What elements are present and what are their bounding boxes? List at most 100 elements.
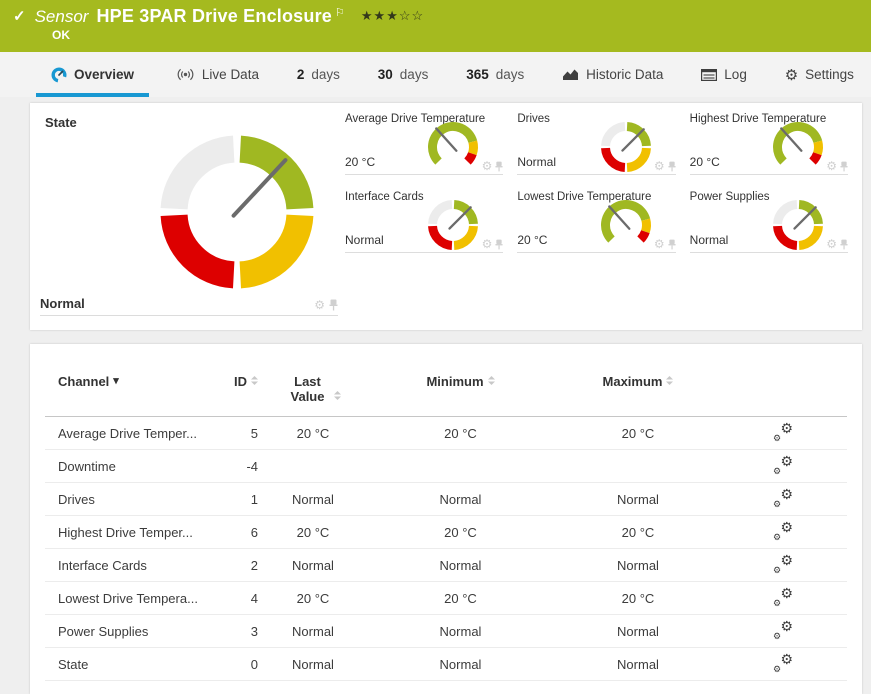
priority-stars[interactable]: ★★★☆☆ (361, 8, 424, 24)
pin-icon[interactable] (668, 161, 676, 172)
channel-settings-icon[interactable]: ⚙⚙ (773, 455, 793, 474)
table-row: State 0 Normal Normal Normal ⚙⚙ (45, 648, 847, 681)
channel-settings-icon[interactable]: ⚙⚙ (773, 620, 793, 639)
gauge-settings-icon[interactable]: ⚙ (482, 160, 493, 172)
tab-label: Historic Data (586, 67, 663, 82)
channel-id: 3 (218, 624, 258, 639)
sensor-type-label: Sensor (35, 7, 89, 27)
gauge-settings-icon[interactable]: ⚙ (654, 238, 665, 250)
channel-link[interactable]: Downtime (58, 459, 116, 474)
tab-label: days (311, 67, 340, 82)
table-header: Channel ▾ ID Last Value Minimum Maximum (45, 344, 847, 417)
gauge-value: Normal (690, 233, 729, 247)
gauge-tile-drives[interactable]: Drives Normal ⚙ (517, 109, 675, 175)
pin-icon[interactable] (495, 239, 503, 250)
channel-maximum: 20 °C (553, 591, 723, 606)
channel-last-value: Normal (258, 657, 368, 672)
sort-icon (666, 376, 673, 385)
gauge-tile-average-drive-temperature[interactable]: Average Drive Temperature 20 °C ⚙ (345, 109, 503, 175)
pin-icon[interactable] (329, 299, 338, 311)
state-gauge[interactable] (152, 127, 322, 297)
table-row: Average Drive Temper... 5 20 °C 20 °C 20… (45, 417, 847, 450)
main-gauge-value: Normal (40, 296, 85, 311)
status-gauge (425, 197, 481, 253)
tab-2-days[interactable]: 2 days (286, 56, 351, 97)
pin-icon[interactable] (668, 239, 676, 250)
channel-id: 5 (218, 426, 258, 441)
gauges-panel: State Normal ⚙ Average Drive Temperature… (30, 103, 862, 330)
gauge-tile-power-supplies[interactable]: Power Supplies Normal ⚙ (690, 187, 848, 253)
column-label: Maximum (603, 374, 663, 389)
channel-settings-icon[interactable]: ⚙⚙ (773, 653, 793, 672)
channel-link[interactable]: Highest Drive Temper... (58, 525, 193, 540)
channel-settings-icon[interactable]: ⚙⚙ (773, 554, 793, 573)
channel-maximum: 20 °C (553, 525, 723, 540)
table-row: Interface Cards 2 Normal Normal Normal ⚙… (45, 549, 847, 582)
channel-id: 1 (218, 492, 258, 507)
channel-last-value: 20 °C (258, 591, 368, 606)
sort-icon (488, 376, 495, 385)
channel-link[interactable]: Interface Cards (58, 558, 147, 573)
channel-minimum: Normal (368, 657, 553, 672)
gauge-tile-interface-cards[interactable]: Interface Cards Normal ⚙ (345, 187, 503, 253)
channel-last-value: Normal (258, 492, 368, 507)
channel-link[interactable]: Drives (58, 492, 95, 507)
channel-minimum: 20 °C (368, 525, 553, 540)
channel-id: 2 (218, 558, 258, 573)
table-row: Highest Drive Temper... 6 20 °C 20 °C 20… (45, 516, 847, 549)
tab-label: Overview (74, 67, 134, 82)
tab-number: 30 (378, 67, 393, 82)
gauge-settings-icon[interactable]: ⚙ (482, 238, 493, 250)
table-row: Power Supplies 3 Normal Normal Normal ⚙⚙ (45, 615, 847, 648)
column-header-channel[interactable]: Channel ▾ (58, 374, 218, 389)
column-header-minimum[interactable]: Minimum (368, 374, 553, 389)
sort-icon (251, 376, 258, 385)
tab-365-days[interactable]: 365 days (455, 56, 535, 97)
channel-last-value: Normal (258, 558, 368, 573)
pin-icon[interactable] (495, 161, 503, 172)
channel-settings-icon[interactable]: ⚙⚙ (773, 587, 793, 606)
gauge-settings-icon[interactable]: ⚙ (654, 160, 665, 172)
channel-maximum: 20 °C (553, 426, 723, 441)
pin-icon[interactable] (840, 161, 848, 172)
temperature-gauge (770, 119, 826, 175)
channel-link[interactable]: Power Supplies (58, 624, 148, 639)
temperature-gauge (425, 119, 481, 175)
channel-link[interactable]: State (58, 657, 88, 672)
tab-label: days (400, 67, 429, 82)
channel-settings-icon[interactable]: ⚙⚙ (773, 422, 793, 441)
tab-log[interactable]: Log (690, 56, 758, 97)
channel-last-value: 20 °C (258, 426, 368, 441)
pin-icon[interactable] (840, 239, 848, 250)
column-header-last-value[interactable]: Last Value (258, 374, 368, 404)
tab-label: Live Data (202, 67, 259, 82)
gauge-value: 20 °C (517, 233, 547, 247)
channel-settings-icon[interactable]: ⚙⚙ (773, 488, 793, 507)
gauge-icon (51, 67, 67, 83)
tab-historic-data[interactable]: Historic Data (551, 56, 674, 97)
tab-settings[interactable]: ⚙ Settings (774, 56, 865, 97)
flag-icon[interactable]: ⚐ (335, 6, 345, 19)
sort-icon (334, 391, 341, 400)
channel-minimum: 20 °C (368, 426, 553, 441)
channel-link[interactable]: Lowest Drive Tempera... (58, 591, 198, 606)
gauge-tile-lowest-drive-temperature[interactable]: Lowest Drive Temperature 20 °C ⚙ (517, 187, 675, 253)
gauge-settings-icon[interactable]: ⚙ (826, 160, 837, 172)
channel-minimum: Normal (368, 624, 553, 639)
tab-live-data[interactable]: Live Data (165, 56, 270, 97)
table-row: Drives 1 Normal Normal Normal ⚙⚙ (45, 483, 847, 516)
chevron-down-icon: ▾ (113, 374, 119, 387)
column-header-id[interactable]: ID (218, 374, 258, 389)
tab-overview[interactable]: Overview (36, 56, 149, 97)
channel-link[interactable]: Average Drive Temper... (58, 426, 197, 441)
gauge-settings-icon[interactable]: ⚙ (314, 299, 325, 311)
column-header-maximum[interactable]: Maximum (553, 374, 723, 389)
gauge-settings-icon[interactable]: ⚙ (826, 238, 837, 250)
gauge-tile-highest-drive-temperature[interactable]: Highest Drive Temperature 20 °C ⚙ (690, 109, 848, 175)
channel-maximum: Normal (553, 492, 723, 507)
tab-30-days[interactable]: 30 days (367, 56, 440, 97)
tab-label: days (496, 67, 525, 82)
tab-number: 2 (297, 67, 305, 82)
channel-settings-icon[interactable]: ⚙⚙ (773, 521, 793, 540)
log-icon (701, 69, 717, 81)
